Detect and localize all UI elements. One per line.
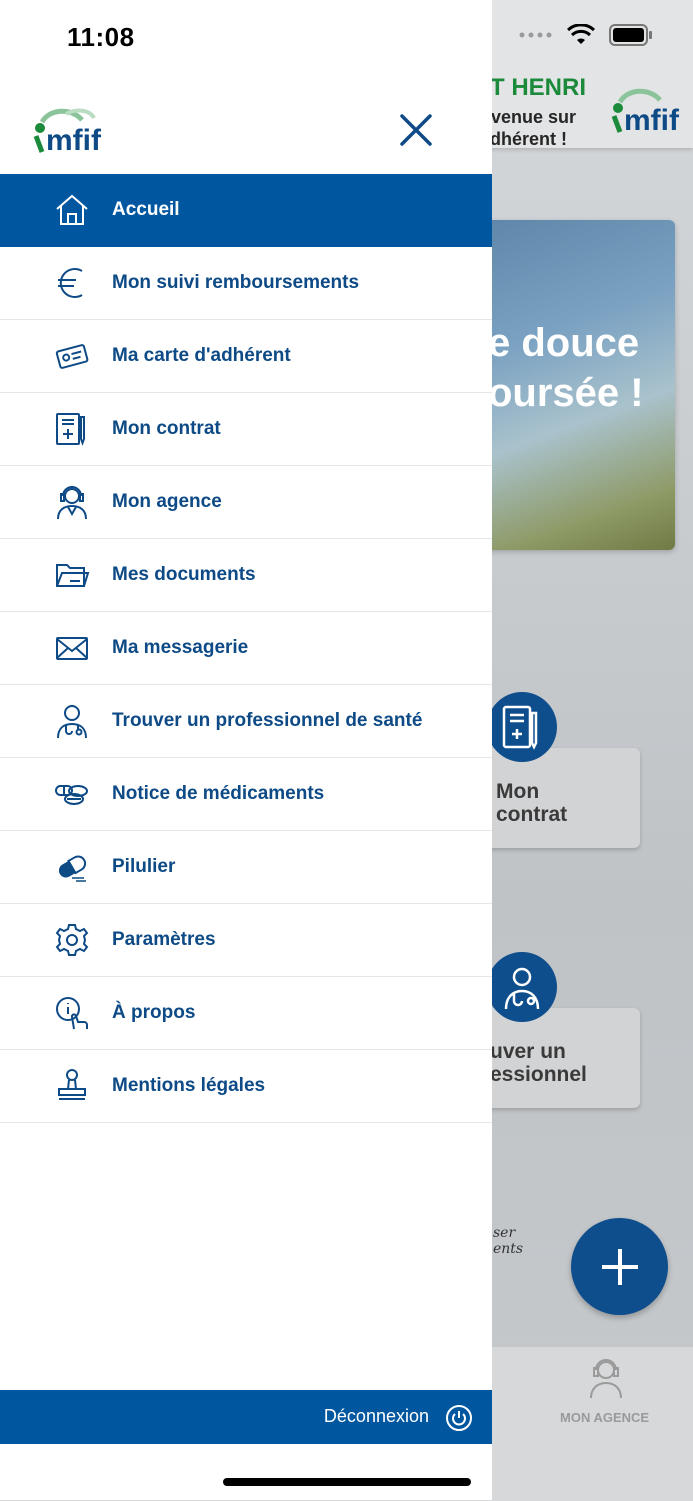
stamp-icon [58,1069,86,1100]
menu-item-label: Mentions légales [112,1075,266,1096]
menu-item-messages[interactable]: Ma messagerie [0,612,492,685]
menu-item-label: Pilulier [112,856,176,877]
gear-icon [55,924,89,956]
find-pro-card-line-2: essionnel [490,1063,587,1086]
menu-item-home[interactable]: Accueil [0,174,492,247]
drawer-header: mfif [0,96,492,174]
menu-item-about[interactable]: À propos [0,977,492,1050]
svg-text:mfif: mfif [624,104,680,134]
euro-icon [58,268,83,298]
capsule-icon [58,855,87,882]
contract-card-line-1: Mon [496,780,540,803]
home-icon [56,194,88,225]
battery-icon [609,24,652,46]
logout-button[interactable]: Déconnexion [0,1390,492,1444]
scribble-line-2: ents [493,1241,524,1257]
find-pro-card-line-1: uver un [490,1040,566,1063]
drawer-menu: Accueil Mon suivi remboursements Ma cart… [0,174,492,1123]
scribble-text: ser ents [493,1225,523,1257]
pills-icon [55,785,88,805]
contract-card-line-2: contrat [496,803,568,826]
banner-line-2: oursée ! [488,371,644,415]
plus-icon [601,1248,638,1285]
home-indicator [223,1478,471,1486]
menu-item-find-professional[interactable]: Trouver un professionnel de santé [0,685,492,758]
menu-item-drug-leaflet[interactable]: Notice de médicaments [0,758,492,831]
member-card-icon [55,344,89,369]
scribble-line-1: ser [493,1225,516,1241]
menu-item-label: Mon suivi remboursements [112,272,360,293]
folder-icon [56,564,90,587]
contract-icon [502,705,538,750]
welcome-text: nvenue sur adhérent ! [480,106,576,150]
menu-item-pill-box[interactable]: Pilulier [0,831,492,904]
contract-card-label: Mon contrat [496,780,567,826]
menu-item-reimbursements[interactable]: Mon suivi remboursements [0,247,492,320]
menu-item-label: À propos [112,1002,196,1023]
contract-card-badge [487,692,557,762]
menu-item-label: Trouver un professionnel de santé [112,710,423,731]
menu-item-label: Accueil [112,199,180,220]
menu-item-contract[interactable]: Mon contrat [0,393,492,466]
menu-item-label: Mon agence [112,491,222,512]
logout-label: Déconnexion [323,1406,429,1426]
menu-item-agency[interactable]: Mon agence [0,466,492,539]
menu-item-label: Ma carte d'adhérent [112,345,291,366]
agent-headset-icon [57,486,87,520]
tab-agency-label: MON AGENCE [560,1410,650,1425]
contract-icon [56,413,85,446]
find-pro-card-badge [487,952,557,1022]
add-fab-button [571,1218,668,1315]
menu-item-label: Paramètres [112,929,216,950]
doctor-icon [57,705,87,739]
welcome-line-1: nvenue sur [480,107,577,127]
navigation-drawer: 11:08 mfif Accueil Mon suivi rembourseme… [0,0,492,1500]
menu-item-label: Mon contrat [112,418,221,439]
close-icon[interactable] [396,110,436,150]
menu-item-settings[interactable]: Paramètres [0,904,492,977]
cellular-signal-icon [519,32,552,38]
find-pro-card-label: uver un essionnel [490,1040,587,1086]
info-icon [56,997,88,1030]
mfif-logo-icon: mfif [33,108,102,154]
header-logo-icon: mfif [611,88,680,134]
menu-item-legal[interactable]: Mentions légales [0,1050,492,1123]
power-icon [446,1405,472,1431]
menu-item-label: Notice de médicaments [112,783,325,804]
menu-item-member-card[interactable]: Ma carte d'adhérent [0,320,492,393]
status-time: 11:08 [67,22,135,52]
agent-headset-icon [590,1359,622,1399]
status-icons [519,24,653,46]
menu-item-label: Mes documents [112,564,256,585]
greeting-text: T HENRI [490,74,586,101]
envelope-icon [56,637,88,660]
wifi-icon [567,24,595,44]
promo-banner-text: e douce oursée ! [488,318,644,418]
welcome-line-2: adhérent ! [480,129,568,149]
menu-item-documents[interactable]: Mes documents [0,539,492,612]
menu-item-label: Ma messagerie [112,637,249,658]
doctor-icon [504,967,540,1010]
banner-line-1: e douce [488,321,640,365]
logo-text: mfif [46,124,102,154]
